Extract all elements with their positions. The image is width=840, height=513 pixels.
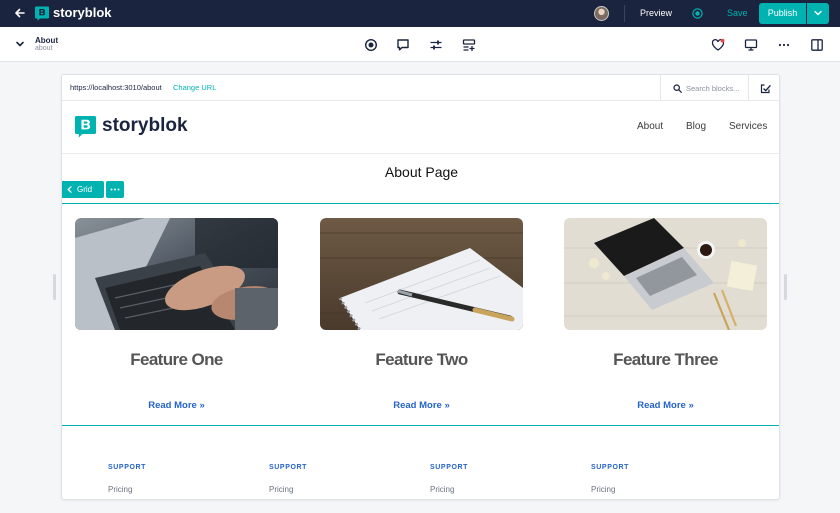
notebook-pen-photo	[320, 218, 523, 330]
search-blocks	[660, 75, 748, 101]
story-title: About	[35, 36, 59, 45]
chevron-down-icon[interactable]	[15, 40, 25, 48]
publish-button[interactable]: Publish	[759, 3, 806, 24]
footer-heading: SUPPORT	[108, 464, 147, 471]
sidebar-toggle-icon[interactable]	[810, 38, 824, 52]
footer-heading: SUPPORT	[269, 464, 308, 471]
desk-laptop-photo	[564, 218, 767, 330]
more-icon[interactable]	[777, 38, 791, 52]
preview-button[interactable]: Preview	[640, 8, 672, 19]
url-bar: https://localhost:3010/about Change URL	[62, 75, 779, 101]
grid-outline	[62, 425, 779, 426]
feature-image-notebook-pen[interactable]	[320, 218, 523, 330]
nav-item-blog[interactable]: Blog	[686, 121, 706, 133]
storyblok-logo-icon	[35, 6, 49, 21]
nav-item-services[interactable]: Services	[729, 121, 767, 133]
monitor-icon[interactable]	[744, 38, 758, 52]
storyblok-logo-icon[interactable]	[75, 115, 96, 138]
brand-name: storyblok	[53, 5, 112, 20]
divider	[624, 5, 625, 22]
read-more-link[interactable]: Read More »	[320, 400, 523, 411]
search-blocks-input[interactable]	[686, 82, 746, 94]
chevron-down-icon	[814, 10, 822, 16]
footer-heading: SUPPORT	[430, 464, 469, 471]
visual-editor-status-icon[interactable]	[692, 8, 703, 19]
editor-toolbar: About about	[0, 27, 840, 62]
footer-link-pricing[interactable]: Pricing	[269, 485, 293, 494]
publish-options-button[interactable]	[807, 3, 829, 24]
edit-mode-toggle[interactable]	[748, 75, 779, 101]
grid-block-tag[interactable]: Grid	[62, 181, 104, 198]
edit-square-icon	[760, 84, 771, 94]
feature-title[interactable]: Feature One	[75, 350, 278, 370]
feature-title[interactable]: Feature Three	[564, 350, 767, 370]
top-bar: storyblok Preview Save Publish	[0, 0, 840, 27]
chevron-left-icon	[67, 186, 72, 193]
grid-block-options[interactable]	[106, 181, 124, 198]
footer-link-pricing[interactable]: Pricing	[591, 485, 615, 494]
preview-url: https://localhost:3010/about	[70, 83, 162, 92]
grid-outline	[62, 203, 779, 204]
site-brand[interactable]: storyblok	[102, 115, 188, 137]
grid-block-label: Grid	[77, 185, 93, 194]
divider	[62, 153, 779, 154]
laptop-typing-photo	[75, 218, 278, 330]
comment-icon[interactable]	[396, 38, 410, 52]
footer-link-pricing[interactable]: Pricing	[108, 485, 132, 494]
nav-item-about[interactable]: About	[637, 121, 663, 133]
back-arrow-icon[interactable]	[14, 7, 26, 19]
more-icon	[110, 188, 120, 191]
footer-link-pricing[interactable]: Pricing	[430, 485, 454, 494]
feature-title[interactable]: Feature Two	[320, 350, 523, 370]
settings-sliders-icon[interactable]	[429, 38, 443, 52]
story-slug: about	[35, 45, 53, 52]
preview-frame: https://localhost:3010/about Change URL …	[61, 74, 780, 500]
feature-image-desk-laptop[interactable]	[564, 218, 767, 330]
read-more-link[interactable]: Read More »	[75, 400, 278, 411]
footer-heading: SUPPORT	[591, 464, 630, 471]
target-icon[interactable]	[364, 38, 378, 52]
user-avatar[interactable]	[594, 6, 609, 21]
page-heading[interactable]: About Page	[62, 164, 779, 181]
heart-icon[interactable]	[711, 38, 725, 52]
search-icon	[673, 84, 682, 93]
save-button[interactable]: Save	[727, 8, 748, 19]
change-url-link[interactable]: Change URL	[173, 83, 216, 92]
add-block-icon[interactable]	[462, 38, 476, 52]
read-more-link[interactable]: Read More »	[564, 400, 767, 411]
resize-handle-right[interactable]	[784, 274, 787, 300]
feature-image-laptop-typing[interactable]	[75, 218, 278, 330]
resize-handle-left[interactable]	[53, 274, 56, 300]
